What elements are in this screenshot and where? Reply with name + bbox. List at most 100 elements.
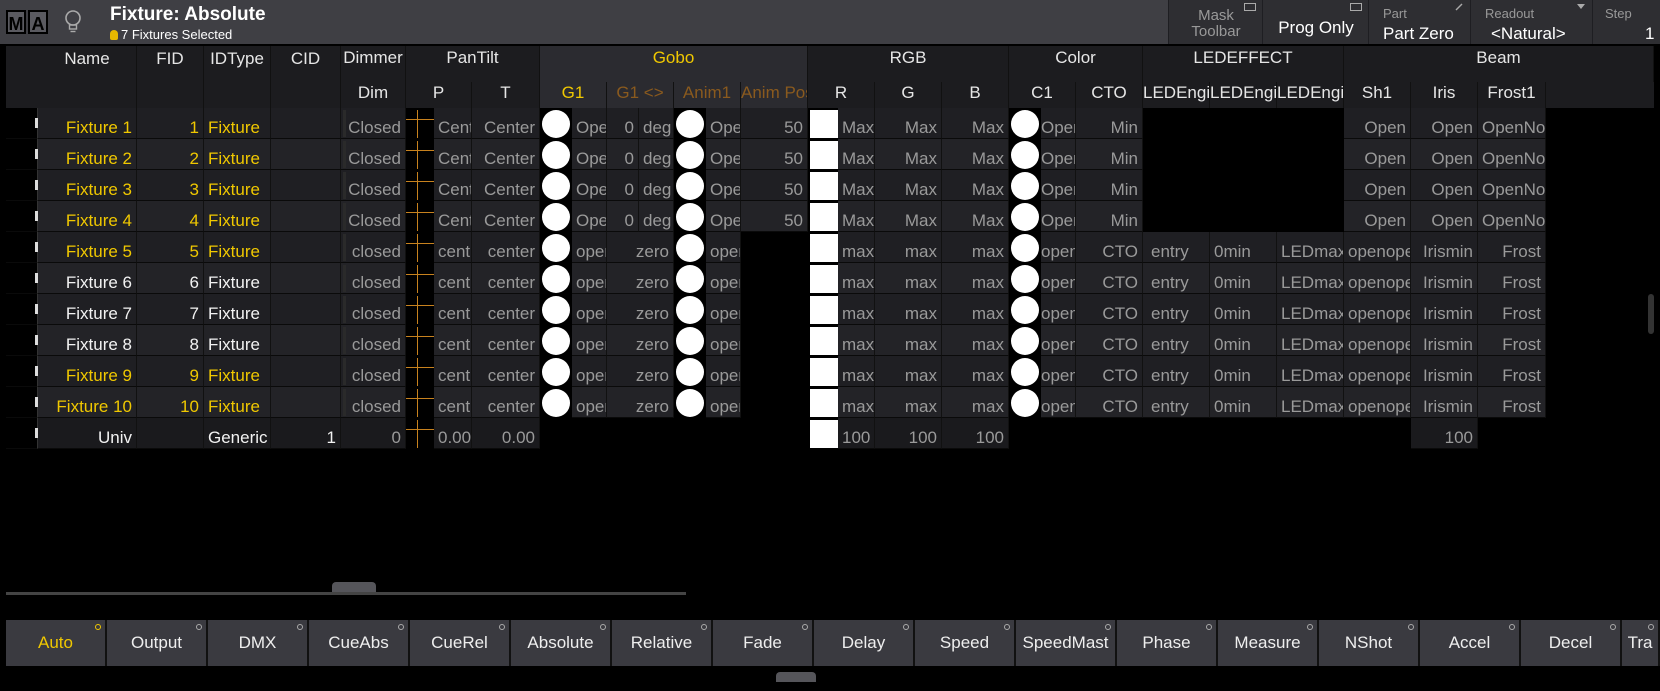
gobo1-value[interactable]: Oper (572, 201, 607, 232)
row-handle[interactable] (6, 418, 38, 449)
iris-value[interactable]: Irismin (1411, 294, 1478, 325)
subheader-p[interactable]: P (406, 82, 472, 108)
pan-value[interactable]: cent (434, 325, 472, 356)
ledengine3-value[interactable]: LEDmax (1277, 325, 1344, 356)
blue-value[interactable]: max (942, 387, 1009, 418)
blue-value[interactable]: max (942, 356, 1009, 387)
fixture-name[interactable]: Fixture 10 (38, 387, 137, 418)
blue-value[interactable]: Max (942, 139, 1009, 170)
fixture-cid[interactable] (271, 139, 341, 170)
gobo1-rotate-value[interactable]: zero (607, 294, 674, 325)
ledengine2-value[interactable]: 0min (1210, 294, 1277, 325)
cto-value[interactable]: CTO (1076, 325, 1143, 356)
red-value[interactable]: max (838, 232, 875, 263)
readout-button-decel[interactable]: Decel (1521, 620, 1622, 666)
blue-value[interactable]: Max (942, 201, 1009, 232)
univ-red[interactable]: 100 (838, 418, 875, 449)
gobo1-value[interactable]: open (572, 356, 607, 387)
fixture-cid[interactable] (271, 232, 341, 263)
shutter1-value[interactable]: openopen (1344, 263, 1411, 294)
ledengine3-value[interactable]: LEDmax (1277, 263, 1344, 294)
pan-value[interactable]: cent (434, 294, 472, 325)
fixture-idtype[interactable]: Fixture (204, 139, 271, 170)
column-header-idtype[interactable]: IDType (204, 46, 271, 108)
ledengine3-value[interactable]: LEDmax (1277, 387, 1344, 418)
dimmer-value[interactable]: closed (341, 387, 406, 418)
column-header-name[interactable]: Name (38, 46, 137, 108)
button-bar-handle[interactable] (776, 672, 816, 682)
univ-cid[interactable]: 1 (271, 418, 341, 449)
group-header-beam[interactable]: Beam (1344, 46, 1654, 82)
sheet-scrollbar[interactable] (6, 592, 686, 595)
pan-value[interactable]: cent (434, 387, 472, 418)
cto-value[interactable]: Min (1076, 108, 1143, 139)
green-value[interactable]: max (875, 356, 942, 387)
anim-pos-value[interactable]: 50 (741, 139, 808, 170)
fixture-fid[interactable]: 5 (137, 232, 204, 263)
gobo1-value[interactable]: open (572, 232, 607, 263)
frost1-value[interactable]: Frost (1478, 325, 1546, 356)
group-header-color[interactable]: Color (1009, 46, 1143, 82)
anim1-value[interactable]: open (706, 263, 741, 294)
readout-button-auto[interactable]: Auto (6, 620, 107, 666)
red-value[interactable]: max (838, 294, 875, 325)
row-handle[interactable] (6, 294, 38, 325)
row-handle[interactable] (6, 263, 38, 294)
cto-value[interactable]: CTO (1076, 232, 1143, 263)
fixture-name[interactable]: Fixture 5 (38, 232, 137, 263)
univ-tilt[interactable]: 0.00 (472, 418, 540, 449)
fixture-fid[interactable]: 9 (137, 356, 204, 387)
blue-value[interactable]: max (942, 232, 1009, 263)
frost1-value[interactable]: Frost (1478, 387, 1546, 418)
column-header-fid[interactable]: FID (137, 46, 204, 108)
anim-pos-value[interactable]: 50 (741, 108, 808, 139)
red-value[interactable]: max (838, 325, 875, 356)
fixture-sheet[interactable]: Name FID IDType CID Dimmer PanTilt Gobo RGB Colo… (6, 46, 1654, 618)
readout-button-dmx[interactable]: DMX (208, 620, 309, 666)
shutter1-value[interactable]: openopen (1344, 387, 1411, 418)
anim1-value[interactable]: Oper (706, 170, 741, 201)
univ-fid[interactable] (137, 418, 204, 449)
dimmer-value[interactable]: closed (341, 263, 406, 294)
fixture-idtype[interactable]: Fixture (204, 232, 271, 263)
subheader-frost1[interactable]: Frost1 (1478, 82, 1546, 108)
mask-toolbar-button[interactable]: Mask Toolbar (1168, 0, 1262, 44)
tilt-value[interactable]: Center (472, 201, 540, 232)
pan-value[interactable]: cent (434, 356, 472, 387)
green-value[interactable]: Max (875, 108, 942, 139)
subheader-r[interactable]: R (808, 82, 875, 108)
red-value[interactable]: max (838, 356, 875, 387)
anim1-value[interactable]: open (706, 387, 741, 418)
fixture-name[interactable]: Fixture 8 (38, 325, 137, 356)
tilt-value[interactable]: center (472, 232, 540, 263)
gobo1-rotate-value[interactable]: 0 (607, 201, 639, 232)
sheet-scroll-handle[interactable] (332, 582, 376, 592)
readout-button-output[interactable]: Output (107, 620, 208, 666)
readout-button-measure[interactable]: Measure (1218, 620, 1319, 666)
pan-value[interactable]: cent (434, 263, 472, 294)
shutter1-value[interactable]: openopen (1344, 294, 1411, 325)
subheader-g1-[interactable]: G1 <> (607, 82, 674, 108)
iris-value[interactable]: Open (1411, 139, 1478, 170)
iris-value[interactable]: Irismin (1411, 263, 1478, 294)
subheader-anim1[interactable]: Anim1 (674, 82, 741, 108)
cto-value[interactable]: Min (1076, 139, 1143, 170)
univ-pan[interactable]: 0.00 (434, 418, 472, 449)
ledengine1-value[interactable]: entry (1143, 356, 1210, 387)
univ-iris[interactable]: 100 (1411, 418, 1478, 449)
frost1-value[interactable]: Frost (1478, 356, 1546, 387)
ledengine2-value[interactable]: 0min (1210, 387, 1277, 418)
fixture-fid[interactable]: 1 (137, 108, 204, 139)
cto-value[interactable]: CTO (1076, 387, 1143, 418)
group-header-pantilt[interactable]: PanTilt (406, 46, 540, 82)
red-value[interactable]: Max (838, 108, 875, 139)
green-value[interactable]: Max (875, 139, 942, 170)
shutter1-value[interactable]: Open (1344, 170, 1411, 201)
readout-button-cuerel[interactable]: CueRel (410, 620, 511, 666)
readout-button-accel[interactable]: Accel (1420, 620, 1521, 666)
iris-value[interactable]: Open (1411, 108, 1478, 139)
cto-value[interactable]: CTO (1076, 263, 1143, 294)
fixture-fid[interactable]: 4 (137, 201, 204, 232)
tilt-value[interactable]: center (472, 325, 540, 356)
fixture-name[interactable]: Fixture 6 (38, 263, 137, 294)
